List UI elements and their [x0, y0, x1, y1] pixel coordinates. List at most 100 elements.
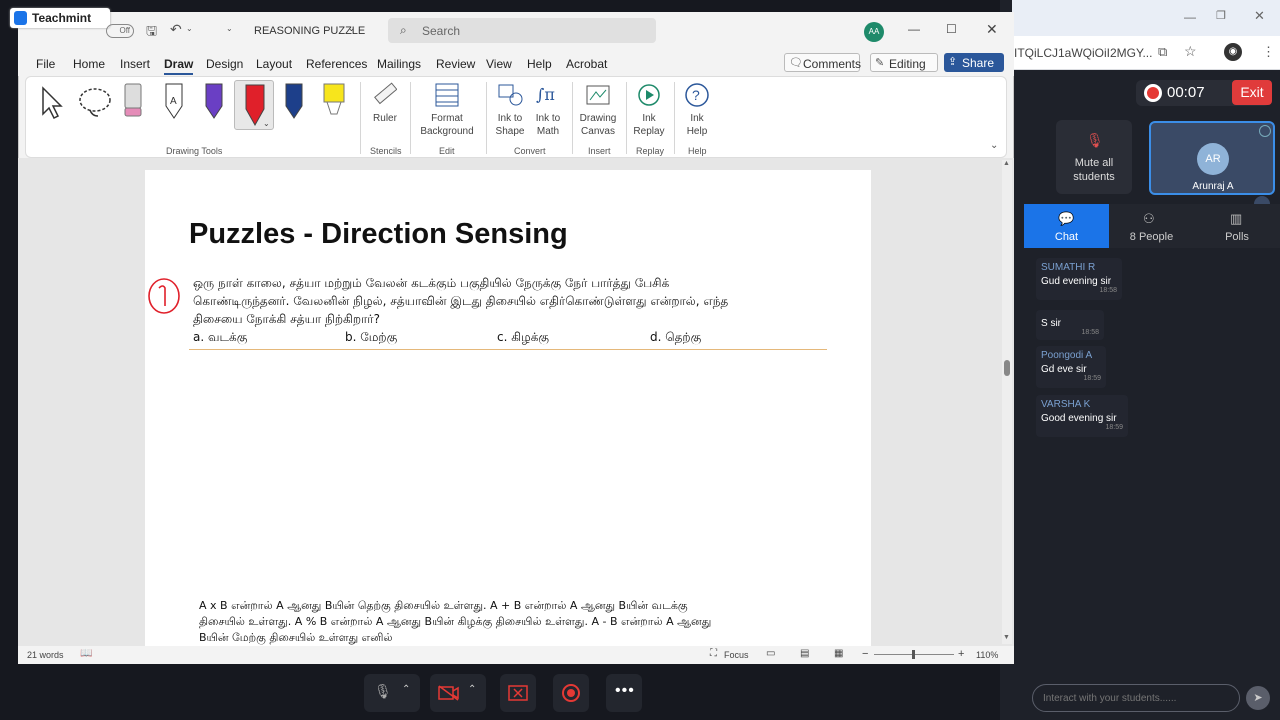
- web-layout-icon[interactable]: ▦: [834, 648, 843, 659]
- tab-chat[interactable]: 💬 Chat: [1024, 204, 1109, 248]
- zoom-slider-thumb[interactable]: [912, 650, 915, 659]
- vertical-scrollbar[interactable]: ▲ ▼: [1002, 160, 1012, 644]
- tab-people[interactable]: ⚇ 8 People: [1109, 204, 1194, 248]
- format-background-button[interactable]: Format Background: [414, 82, 480, 138]
- chat-time: 18:58: [1081, 329, 1099, 336]
- undo-icon[interactable]: ↶: [170, 21, 182, 38]
- share-button[interactable]: ⇪ Share: [944, 53, 1004, 72]
- save-icon[interactable]: 🖫: [146, 22, 157, 44]
- ink-replay-icon: [630, 82, 668, 112]
- menu-help[interactable]: Help: [527, 57, 552, 71]
- camera-button[interactable]: ⌃: [430, 674, 486, 712]
- maximize-icon[interactable]: ☐: [946, 22, 957, 36]
- teacher-video-tile[interactable]: AR Arunraj A: [1149, 121, 1275, 195]
- document-page[interactable]: Puzzles - Direction Sensing ஒரு நாள் கால…: [145, 170, 871, 646]
- minimize-icon[interactable]: —: [1184, 10, 1196, 24]
- customize-qat-icon[interactable]: ⌄: [226, 24, 233, 33]
- undo-dropdown-icon[interactable]: ⌄: [186, 24, 193, 33]
- minimize-icon[interactable]: —: [908, 22, 920, 36]
- zoom-in-icon[interactable]: +: [958, 648, 964, 660]
- menu-acrobat[interactable]: Acrobat: [566, 57, 607, 71]
- browser-tabstrip: — ❐ ✕: [1012, 0, 1280, 36]
- select-tool-icon[interactable]: [40, 86, 66, 125]
- menu-review[interactable]: Review: [436, 57, 475, 71]
- chat-message: Poongodi A Gd eve sir 18:59: [1036, 346, 1106, 388]
- zoom-out-icon[interactable]: −: [862, 648, 868, 660]
- record-button[interactable]: [553, 674, 589, 712]
- focus-icon[interactable]: ⛶: [710, 648, 717, 659]
- microphone-button[interactable]: 🎙 ⌃: [364, 674, 420, 712]
- eraser-tool-icon[interactable]: [122, 82, 144, 125]
- print-layout-icon[interactable]: ▤: [800, 648, 809, 659]
- chevron-up-icon[interactable]: ⌃: [468, 684, 476, 695]
- pen-black-icon[interactable]: A: [162, 82, 186, 125]
- autosave-toggle[interactable]: Off: [106, 24, 134, 38]
- bookmark-star-icon[interactable]: ☆: [1184, 43, 1197, 60]
- browser-menu-icon[interactable]: ⋮: [1262, 44, 1275, 60]
- scroll-thumb[interactable]: [1004, 360, 1010, 376]
- stop-share-button[interactable]: [500, 674, 536, 712]
- chat-sender: Poongodi A: [1041, 350, 1093, 361]
- mute-all-button[interactable]: 🎙 Mute all students: [1056, 120, 1132, 194]
- focus-button[interactable]: Focus: [724, 650, 749, 660]
- menu-mailings[interactable]: Mailings: [377, 57, 421, 71]
- menu-view[interactable]: View: [486, 57, 512, 71]
- ruler-button[interactable]: Ruler: [366, 82, 404, 125]
- comments-button[interactable]: 🗨 Comments: [784, 53, 861, 72]
- zoom-level[interactable]: 110%: [976, 650, 998, 660]
- ink-help-button[interactable]: ? Ink Help: [678, 82, 716, 138]
- ink-to-shape-button[interactable]: Ink to Shape: [492, 82, 528, 138]
- lasso-tool-icon[interactable]: [78, 86, 114, 125]
- ink-to-math-icon: ∫π: [530, 82, 566, 112]
- collapse-ribbon-icon[interactable]: ⌄: [990, 140, 998, 151]
- group-insert: Insert: [588, 146, 611, 156]
- ink-replay-button[interactable]: Ink Replay: [630, 82, 668, 138]
- teacher-name: Arunraj A: [1192, 181, 1234, 192]
- avatar[interactable]: AA: [864, 22, 884, 42]
- extension-icon[interactable]: ◉: [1224, 43, 1242, 61]
- svg-text:?: ?: [692, 87, 700, 103]
- page-heading: Puzzles - Direction Sensing: [189, 218, 568, 250]
- search-icon: ⌕: [400, 23, 407, 37]
- ink-help-label-2: Help: [686, 126, 708, 137]
- pen-navy-icon[interactable]: [282, 82, 306, 125]
- exit-button[interactable]: Exit: [1232, 80, 1272, 105]
- polls-icon: ▥: [1230, 211, 1243, 226]
- maximize-icon[interactable]: ❐: [1216, 9, 1226, 22]
- menu-references[interactable]: References: [306, 57, 367, 71]
- pin-icon[interactable]: [1259, 125, 1271, 137]
- tab-polls[interactable]: ▥ Polls: [1194, 204, 1280, 248]
- editing-mode-button[interactable]: ✎ Editing: [870, 53, 938, 72]
- menu-layout[interactable]: Layout: [256, 57, 292, 71]
- read-mode-icon[interactable]: ▭: [766, 648, 775, 659]
- chevron-up-icon[interactable]: ⌃: [402, 684, 410, 695]
- more-options-button[interactable]: •••: [606, 674, 642, 712]
- menu-home[interactable]: Home: [73, 57, 105, 71]
- footer-line: A x B என்றால் A ஆனது Bயின் தெற்கு திசையி…: [199, 599, 688, 612]
- menu-design[interactable]: Design: [206, 57, 243, 71]
- ink-to-math-button[interactable]: ∫π Ink to Math: [530, 82, 566, 138]
- search-box[interactable]: ⌕ Search: [388, 18, 656, 43]
- record-indicator-icon: [1144, 84, 1162, 102]
- pen-purple-icon[interactable]: [202, 82, 226, 125]
- menu-file[interactable]: File: [36, 57, 55, 71]
- close-icon[interactable]: ✕: [986, 21, 998, 38]
- drawing-canvas-icon: [576, 82, 620, 112]
- send-icon[interactable]: ➤: [1246, 686, 1270, 710]
- drawing-canvas-label: Drawing: [579, 113, 617, 124]
- close-icon[interactable]: ✕: [1254, 8, 1265, 24]
- chat-input[interactable]: [1032, 684, 1240, 712]
- share-page-icon[interactable]: ⧉: [1158, 44, 1167, 60]
- ink-to-shape-label-2: Shape: [495, 126, 525, 137]
- editing-label: Editing: [889, 57, 926, 71]
- footer-line: Bயின் மேற்கு திசையில் உள்ளது எனில்: [199, 631, 393, 644]
- pen-red-selected-icon[interactable]: ⌄: [234, 80, 274, 130]
- url-text: ITQiLCJ1aWQiOiI2MGY...: [1014, 46, 1153, 60]
- drawing-canvas-button[interactable]: Drawing Canvas: [576, 82, 620, 138]
- highlighter-yellow-icon[interactable]: [320, 82, 348, 125]
- browser-address-bar[interactable]: ITQiLCJ1aWQiOiI2MGY... ⧉ ☆ ◉ ⋮: [1012, 36, 1280, 70]
- proofing-icon[interactable]: 📖: [80, 648, 92, 659]
- menu-draw[interactable]: Draw: [164, 57, 194, 75]
- word-count[interactable]: 21 words: [27, 650, 64, 660]
- menu-insert[interactable]: Insert: [120, 57, 150, 71]
